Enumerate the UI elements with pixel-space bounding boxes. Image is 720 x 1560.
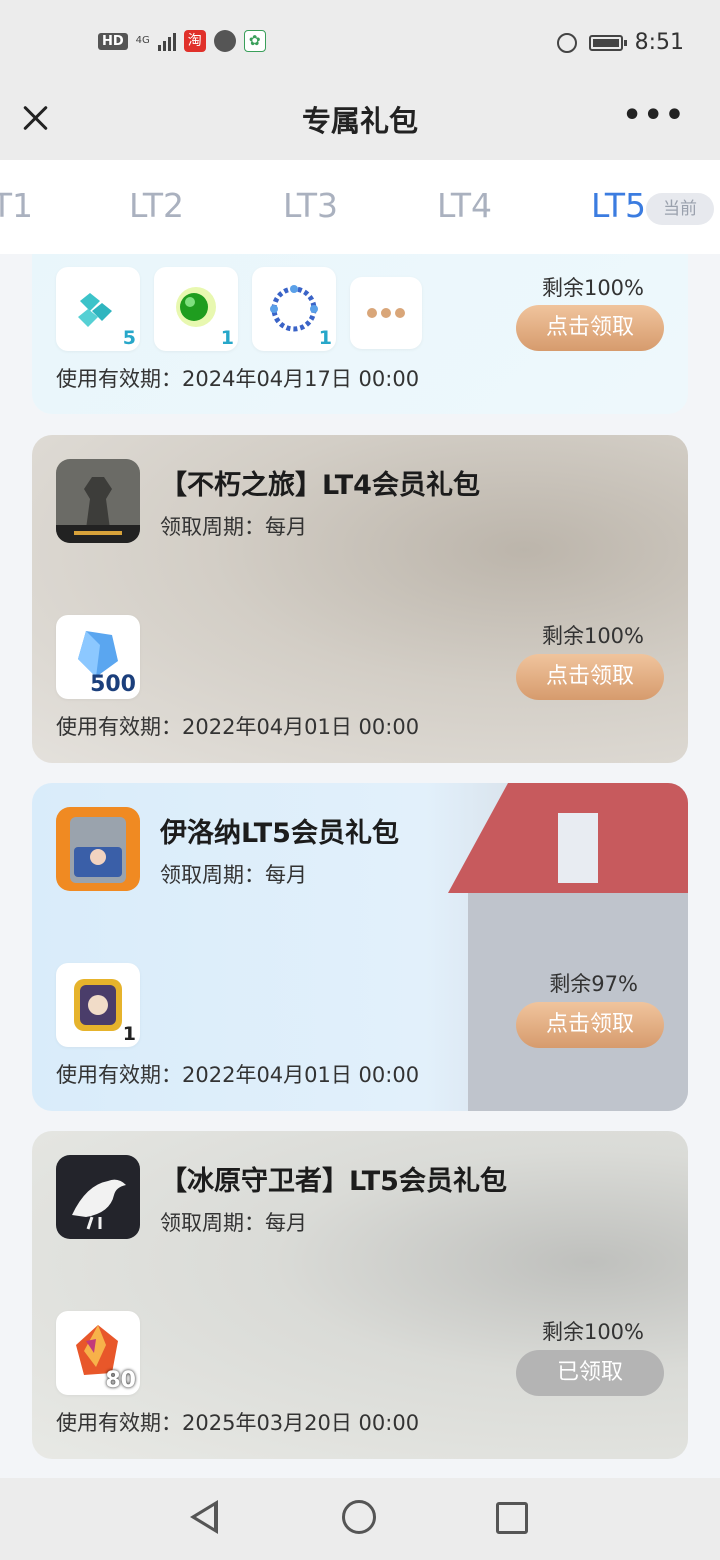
- more-items-icon[interactable]: [350, 277, 422, 349]
- elona-book-icon: [56, 807, 140, 891]
- tab-lt1[interactable]: LT1: [0, 186, 33, 225]
- claim-cycle: 领取周期：每月: [160, 515, 307, 539]
- tab-lt5[interactable]: LT5: [591, 186, 646, 225]
- hd-icon: HD: [98, 32, 128, 50]
- gift-card: 伊洛纳LT5会员礼包 领取周期：每月 1 剩余97% 点击领取 使用有效期：20…: [32, 783, 688, 1111]
- tab-lt3[interactable]: LT3: [283, 186, 338, 225]
- level-tabs: LT1 LT2 LT3 LT4 LT5 当前: [0, 160, 720, 254]
- tab-lt4[interactable]: LT4: [437, 186, 492, 225]
- back-icon-inner: [196, 1506, 214, 1528]
- gift-card: 5 1 1 剩余100% 点击领取 使用有效期：2024年04月17日 00:0…: [32, 254, 688, 414]
- battery-icon: [588, 34, 627, 51]
- remaining-percent: 剩余100%: [541, 276, 644, 300]
- system-nav-bar: [0, 1478, 720, 1560]
- claim-cycle: 领取周期：每月: [160, 1211, 307, 1235]
- more-options-icon[interactable]: •••: [622, 101, 686, 131]
- recent-apps-icon[interactable]: [496, 1502, 528, 1534]
- network-type-icon: 4G: [135, 35, 150, 46]
- nav-bar: 专属礼包 •••: [0, 88, 720, 160]
- item-quantity: 1: [122, 1023, 136, 1045]
- blue-crystal-icon: 500: [56, 615, 140, 699]
- gift-list[interactable]: 5 1 1 剩余100% 点击领取 使用有效期：2024年04月17日 00:0…: [0, 254, 720, 1478]
- item-quantity: 80: [105, 1368, 136, 1393]
- home-icon[interactable]: [342, 1500, 376, 1534]
- alarm-icon: [556, 32, 577, 53]
- teal-gems-icon: 5: [56, 267, 140, 351]
- valid-until: 使用有效期：2024年04月17日 00:00: [56, 367, 420, 391]
- current-level-badge: 当前: [646, 193, 714, 225]
- item-quantity: 1: [318, 327, 332, 349]
- gift-card: 【冰原守卫者】LT5会员礼包 领取周期：每月 80 剩余100% 已领取 使用有…: [32, 1131, 688, 1459]
- remaining-percent: 剩余100%: [541, 1320, 644, 1344]
- valid-until: 使用有效期：2025年03月20日 00:00: [56, 1411, 420, 1435]
- claim-button[interactable]: 点击领取: [516, 1002, 664, 1048]
- gift-title: 【不朽之旅】LT4会员礼包: [160, 470, 480, 501]
- item-quantity: 500: [90, 672, 136, 697]
- gift-title: 【冰原守卫者】LT5会员礼包: [160, 1166, 507, 1197]
- claim-cycle: 领取周期：每月: [160, 863, 307, 887]
- page-title: 专属礼包: [301, 104, 418, 138]
- claim-button[interactable]: 点击领取: [516, 305, 664, 351]
- basketball-app-icon: [213, 30, 236, 52]
- valid-until: 使用有效期：2022年04月01日 00:00: [56, 1063, 420, 1087]
- item-quantity: 5: [122, 327, 136, 349]
- gift-title: 伊洛纳LT5会员礼包: [160, 818, 399, 849]
- remaining-percent: 剩余100%: [541, 624, 644, 648]
- gift-card: 【不朽之旅】LT4会员礼包 领取周期：每月 500 剩余100% 点击领取 使用…: [32, 435, 688, 763]
- clock: 8:51: [634, 30, 684, 55]
- remaining-percent: 剩余97%: [549, 972, 638, 996]
- status-icons-left: HD 4G 淘 ✿: [98, 30, 266, 52]
- valid-until: 使用有效期：2022年04月01日 00:00: [56, 715, 420, 739]
- green-orb-icon: 1: [154, 267, 238, 351]
- gold-portrait-icon: 1: [56, 963, 140, 1047]
- claim-button[interactable]: 点击领取: [516, 654, 664, 700]
- status-icons-right: 8:51: [556, 30, 684, 55]
- bead-bracelet-icon: 1: [252, 267, 336, 351]
- white-raven-icon: [56, 1155, 140, 1239]
- taobao-app-icon: 淘: [183, 30, 206, 52]
- warrior-statue-icon: [56, 459, 140, 543]
- eco-app-icon: ✿: [243, 30, 266, 52]
- fire-gem-icon: 80: [56, 1311, 140, 1395]
- tab-lt2[interactable]: LT2: [129, 186, 184, 225]
- signal-icon: [157, 31, 176, 51]
- item-quantity: 1: [220, 327, 234, 349]
- claimed-button[interactable]: 已领取: [516, 1350, 664, 1396]
- status-bar: HD 4G 淘 ✿ 8:51: [0, 0, 720, 88]
